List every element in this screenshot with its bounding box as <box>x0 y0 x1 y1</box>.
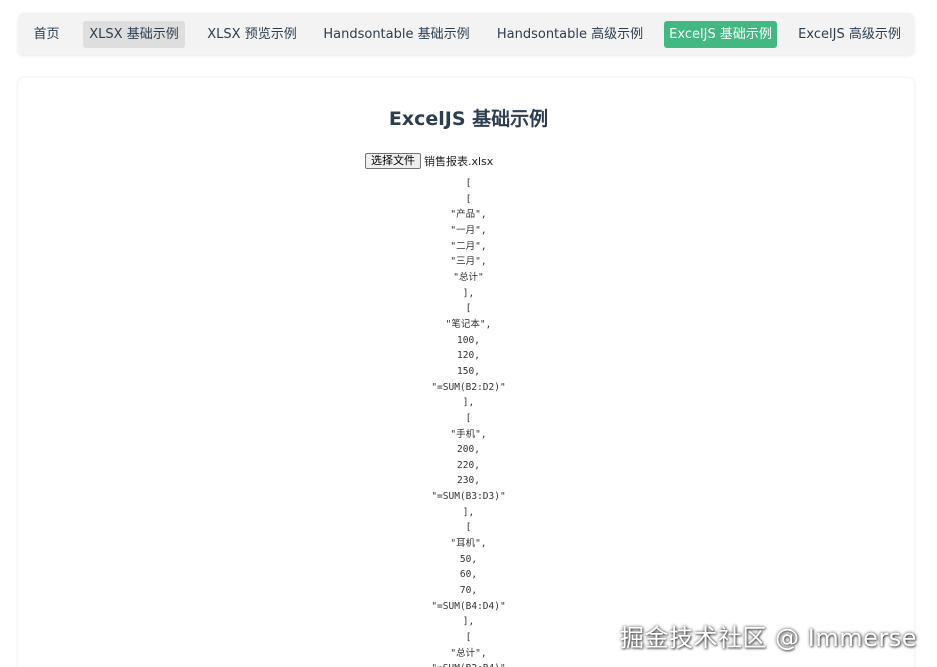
page-title: ExcelJS 基础示例 <box>388 108 549 130</box>
output-line: ], <box>462 397 475 409</box>
output-line: [ <box>465 522 472 534</box>
file-input[interactable]: 选择文件 销售报表.xlsx <box>365 150 494 169</box>
watermark: 掘金技术社区 @ Immerse <box>620 624 917 652</box>
nav-item-xlsx-basic[interactable]: XLSX 基础示例 <box>83 21 185 48</box>
app-page: 首页 XLSX 基础示例 XLSX 预览示例 Handsontable 基础示例… <box>0 0 937 667</box>
nav-item-exceljs-basic[interactable]: ExcelJS 基础示例 <box>664 21 777 48</box>
nav-item-handsontable-advanced[interactable]: Handsontable 高级示例 <box>492 21 648 48</box>
output-line: 230, <box>457 475 480 487</box>
nav-item-handsontable-basic[interactable]: Handsontable 基础示例 <box>318 21 475 48</box>
choose-file-button[interactable]: 选择文件 <box>365 152 421 169</box>
json-output: [ [ "产品", "一月", "二月", "三月", "总计"], [ "笔记本", 100, 1… <box>0 176 937 667</box>
selected-file-name: 销售报表.xlsx <box>424 154 494 168</box>
output-line: "=SUM(B3:D3)" <box>431 491 506 503</box>
top-nav: 首页 XLSX 基础示例 XLSX 预览示例 Handsontable 基础示例… <box>18 13 914 55</box>
output-line: "=SUM(B2:D2)" <box>431 381 506 393</box>
output-line: [ <box>465 178 472 189</box>
output-line: "=SUM(B2:B4)" <box>0 661 937 667</box>
output-line: 70, <box>459 585 478 597</box>
output-line: 60, <box>459 569 478 581</box>
output-line: 150, <box>457 365 480 377</box>
output-line: "产品", <box>450 209 487 221</box>
output-line: "总计" <box>453 271 484 283</box>
nav-item-xlsx-preview[interactable]: XLSX 预览示例 <box>201 21 303 48</box>
nav-item-exceljs-advanced[interactable]: ExcelJS 高级示例 <box>793 21 906 48</box>
output-line: 100, <box>457 334 480 346</box>
output-line: ], <box>462 287 475 299</box>
output-line: 50, <box>459 553 478 565</box>
output-line: 220, <box>457 459 480 471</box>
output-line: "耳机", <box>450 538 487 550</box>
output-line: 120, <box>457 350 480 362</box>
output-line: 200, <box>457 444 480 456</box>
output-line: "笔记本", <box>445 318 492 330</box>
output-line: "一月", <box>450 224 487 236</box>
output-line: "=SUM(B4:D4)" <box>431 600 506 612</box>
output-line: "手机", <box>450 428 487 440</box>
nav-item-home[interactable]: 首页 <box>26 21 67 48</box>
output-line: [ <box>465 303 472 315</box>
output-line: [ <box>465 412 472 424</box>
output-line: "二月", <box>450 240 487 252</box>
output-line: ], <box>462 506 475 518</box>
output-line: [ <box>465 193 472 205</box>
output-line: "三月", <box>450 256 487 268</box>
